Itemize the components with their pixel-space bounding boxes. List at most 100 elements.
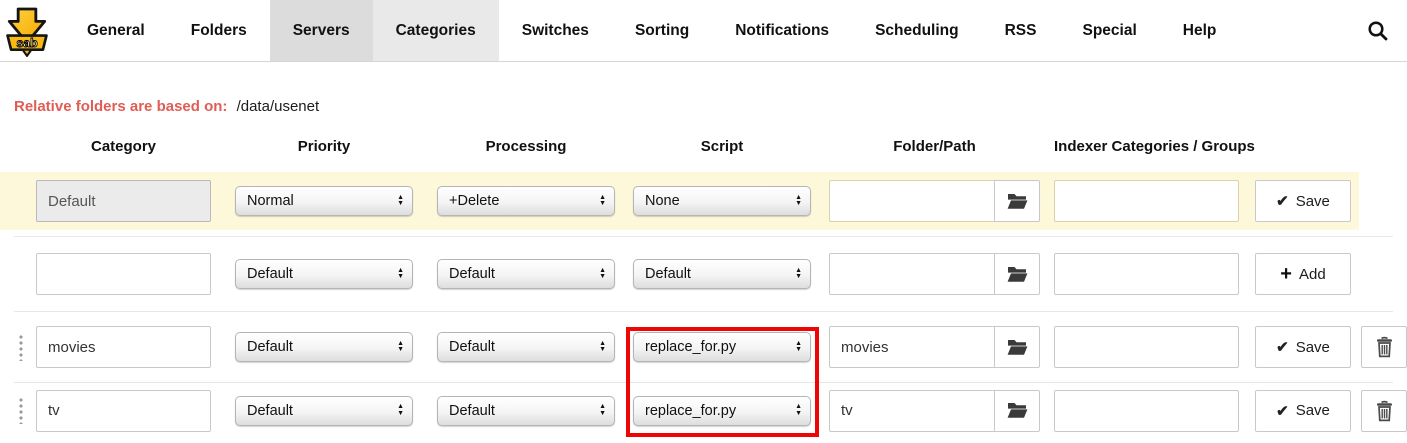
browse-folder-button[interactable] (994, 326, 1040, 368)
processing-select-value: Default (449, 266, 593, 282)
processing-select[interactable]: Default ▲▼ (437, 332, 615, 362)
select-arrows-icon: ▲▼ (397, 195, 404, 208)
select-arrows-icon: ▲▼ (795, 268, 802, 281)
select-arrows-icon: ▲▼ (599, 341, 606, 354)
save-button-label: Save (1296, 193, 1330, 210)
sabnzbd-logo-icon: sab (4, 6, 50, 58)
category-name-input[interactable] (36, 326, 211, 368)
sabnzbd-logo[interactable]: sab (0, 0, 54, 61)
tab-servers[interactable]: Servers (270, 0, 373, 61)
folder-icon (1007, 402, 1028, 419)
category-row-new: Default ▲▼ Default ▲▼ Default ▲▼ + Add (0, 237, 1407, 311)
plus-icon: + (1280, 267, 1292, 282)
script-select[interactable]: replace_for.py ▲▼ (633, 332, 811, 362)
priority-select-value: Default (247, 403, 391, 419)
check-icon: ✔ (1276, 402, 1289, 420)
select-arrows-icon: ▲▼ (397, 341, 404, 354)
priority-select-value: Default (247, 339, 391, 355)
tab-general[interactable]: General (64, 0, 168, 61)
tab-help[interactable]: Help (1160, 0, 1240, 61)
select-arrows-icon: ▲▼ (795, 404, 802, 417)
browse-folder-button[interactable] (994, 180, 1040, 222)
processing-select-value: +Delete (449, 193, 593, 209)
script-select-value: None (645, 193, 789, 209)
save-button-label: Save (1296, 402, 1330, 419)
processing-select-value: Default (449, 403, 593, 419)
tab-switches[interactable]: Switches (499, 0, 612, 61)
indexer-groups-input[interactable] (1054, 180, 1239, 222)
check-icon: ✔ (1276, 192, 1289, 210)
check-icon: ✔ (1276, 338, 1289, 356)
svg-text:sab: sab (16, 36, 38, 50)
search-button[interactable] (1349, 0, 1407, 61)
priority-select[interactable]: Default ▲▼ (235, 259, 413, 289)
category-name-input[interactable] (36, 390, 211, 432)
select-arrows-icon: ▲▼ (599, 268, 606, 281)
tab-folders[interactable]: Folders (168, 0, 270, 61)
tab-scheduling[interactable]: Scheduling (852, 0, 982, 61)
processing-select[interactable]: Default ▲▼ (437, 396, 615, 426)
folder-path-input[interactable] (829, 180, 994, 222)
search-icon (1367, 20, 1389, 42)
header-category: Category (36, 138, 211, 155)
folder-path-input[interactable] (829, 326, 994, 368)
table-header-row: Category Priority Processing Script Fold… (0, 135, 1407, 157)
indexer-groups-input[interactable] (1054, 390, 1239, 432)
tab-special[interactable]: Special (1059, 0, 1159, 61)
select-arrows-icon: ▲▼ (599, 195, 606, 208)
indexer-groups-input[interactable] (1054, 326, 1239, 368)
tab-notifications[interactable]: Notifications (712, 0, 852, 61)
category-row-tv: Default ▲▼ Default ▲▼ replace_for.py ▲▼ … (0, 383, 1407, 438)
priority-select[interactable]: Normal ▲▼ (235, 186, 413, 216)
script-select[interactable]: None ▲▼ (633, 186, 811, 216)
select-arrows-icon: ▲▼ (795, 195, 802, 208)
relative-folders-notice: Relative folders are based on: /data/use… (14, 98, 1407, 115)
header-script: Script (633, 138, 811, 155)
add-button[interactable]: + Add (1255, 253, 1351, 295)
script-select[interactable]: replace_for.py ▲▼ (633, 396, 811, 426)
add-button-label: Add (1299, 266, 1326, 283)
save-button[interactable]: ✔ Save (1255, 390, 1351, 432)
save-button[interactable]: ✔ Save (1255, 180, 1351, 222)
folder-icon (1007, 339, 1028, 356)
delete-category-button[interactable] (1361, 390, 1407, 432)
priority-select-value: Default (247, 266, 391, 282)
tab-rss[interactable]: RSS (982, 0, 1060, 61)
select-arrows-icon: ▲▼ (795, 341, 802, 354)
indexer-groups-input[interactable] (1054, 253, 1239, 295)
priority-select[interactable]: Default ▲▼ (235, 332, 413, 362)
folder-path-input[interactable] (829, 253, 994, 295)
priority-select[interactable]: Default ▲▼ (235, 396, 413, 426)
drag-handle[interactable] (19, 334, 23, 361)
header-priority: Priority (235, 138, 413, 155)
processing-select[interactable]: Default ▲▼ (437, 259, 615, 289)
processing-select-value: Default (449, 339, 593, 355)
category-row-default: Normal ▲▼ +Delete ▲▼ None ▲▼ ✔ Save (0, 172, 1359, 230)
processing-select[interactable]: +Delete ▲▼ (437, 186, 615, 216)
save-button-label: Save (1296, 339, 1330, 356)
notice-base-path: /data/usenet (237, 98, 320, 115)
folder-path-input[interactable] (829, 390, 994, 432)
notice-label: Relative folders are based on: (14, 98, 227, 115)
save-button[interactable]: ✔ Save (1255, 326, 1351, 368)
trash-icon (1375, 400, 1394, 422)
nav-tabs: General Folders Servers Categories Switc… (64, 0, 1239, 61)
tab-categories[interactable]: Categories (373, 0, 499, 61)
header-indexer-groups: Indexer Categories / Groups (1054, 138, 1239, 155)
folder-icon (1007, 193, 1028, 210)
browse-folder-button[interactable] (994, 253, 1040, 295)
header-folder-path: Folder/Path (829, 138, 1040, 155)
select-arrows-icon: ▲▼ (599, 404, 606, 417)
tab-sorting[interactable]: Sorting (612, 0, 712, 61)
category-name-input[interactable] (36, 253, 211, 295)
category-name-input (36, 180, 211, 222)
select-arrows-icon: ▲▼ (397, 404, 404, 417)
delete-category-button[interactable] (1361, 326, 1407, 368)
category-row-movies: Default ▲▼ Default ▲▼ replace_for.py ▲▼ … (0, 312, 1407, 382)
header-processing: Processing (437, 138, 615, 155)
script-select-value: Default (645, 266, 789, 282)
browse-folder-button[interactable] (994, 390, 1040, 432)
script-select[interactable]: Default ▲▼ (633, 259, 811, 289)
trash-icon (1375, 336, 1394, 358)
drag-handle[interactable] (19, 397, 23, 424)
